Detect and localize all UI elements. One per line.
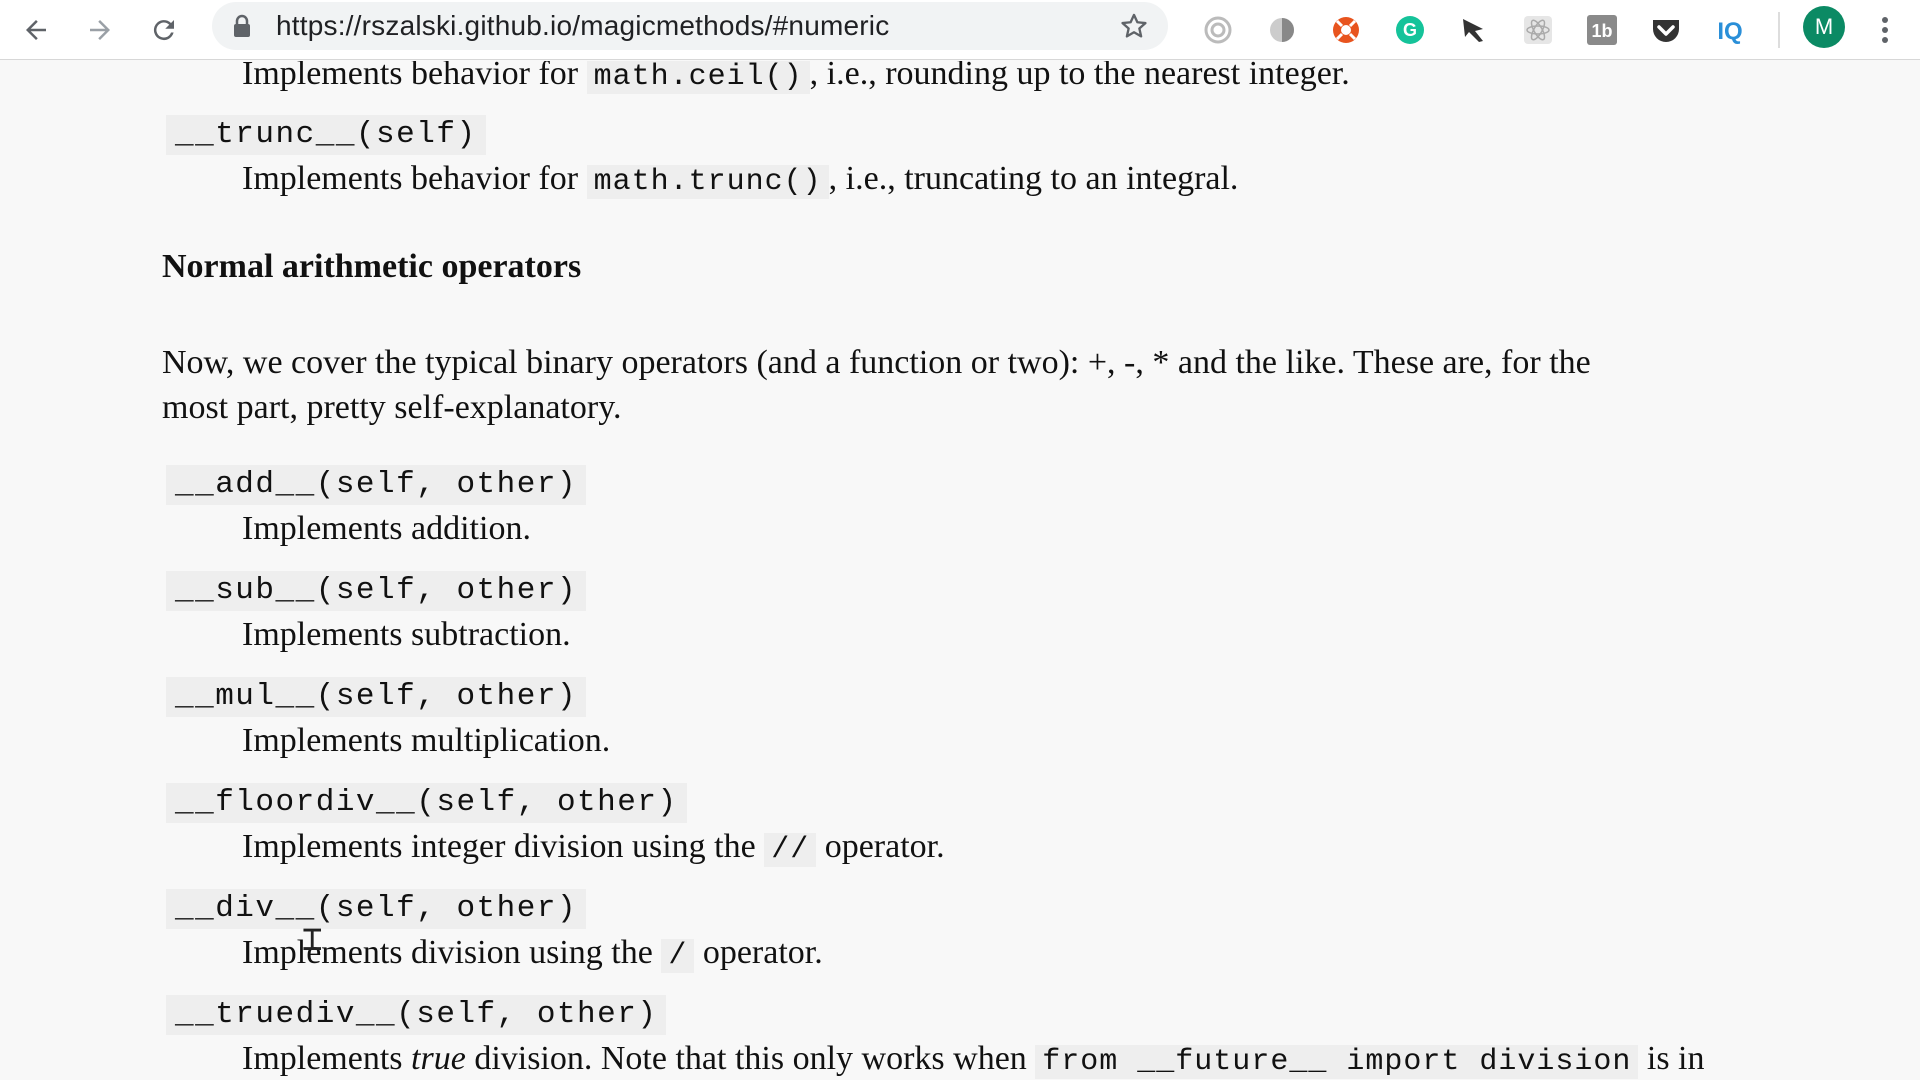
truediv-description: Implements true division. Note that this…	[242, 1037, 1705, 1080]
react-extension-icon[interactable]	[1520, 12, 1556, 48]
section-heading: Normal arithmetic operators	[162, 248, 582, 285]
add-description: Implements addition.	[242, 510, 531, 547]
arrow-left-icon	[26, 20, 46, 40]
tb-extension-icon[interactable]: 1b	[1584, 12, 1620, 48]
svg-text:G: G	[1403, 20, 1417, 40]
page-content: Implements behavior for math.ceil(), i.e…	[0, 61, 1920, 1080]
intro-paragraph-line2: most part, pretty self-explanatory.	[162, 389, 622, 426]
address-bar[interactable]: https://rszalski.github.io/magicmethods/…	[212, 2, 1168, 50]
floordiv-description: Implements integer division using the //…	[242, 825, 945, 872]
mul-signature: __mul__(self, other)	[166, 677, 587, 717]
target-extension-icon[interactable]	[1200, 12, 1236, 48]
sub-signature: __sub__(self, other)	[166, 571, 587, 611]
svg-text:1b: 1b	[1591, 21, 1612, 41]
flag-extension-icon[interactable]	[1456, 12, 1492, 48]
truediv-emphasis: true	[411, 1040, 466, 1077]
lock-icon	[232, 14, 252, 43]
floordiv-signature: __floordiv__(self, other)	[166, 783, 687, 823]
forward-button[interactable]	[78, 8, 122, 52]
div-desc-text-end: operator.	[694, 934, 823, 971]
lifering-extension-icon[interactable]	[1328, 12, 1364, 48]
reload-button[interactable]	[142, 8, 186, 52]
truediv-desc-text-mid: division. Note that this only works when	[465, 1040, 1036, 1077]
floordiv-desc-text: Implements integer division using the	[242, 828, 765, 865]
profile-avatar[interactable]: M	[1803, 6, 1845, 48]
truediv-code: from __future__ import division	[1035, 1045, 1639, 1079]
div-code: /	[661, 939, 695, 973]
shield-extension-icon[interactable]	[1264, 12, 1300, 48]
sub-description: Implements subtraction.	[242, 616, 571, 653]
trunc-signature: __trunc__(self)	[166, 115, 486, 155]
ceil-desc-text: Implements behavior for	[242, 61, 587, 92]
url-text[interactable]: https://rszalski.github.io/magicmethods/…	[276, 2, 889, 50]
ceil-description: Implements behavior for math.ceil(), i.e…	[242, 61, 1350, 99]
floordiv-code: //	[764, 833, 817, 867]
trunc-desc-text: Implements behavior for	[242, 160, 587, 197]
add-signature: __add__(self, other)	[166, 465, 587, 505]
svg-text:IQ: IQ	[1717, 18, 1742, 45]
iq-extension-icon[interactable]: IQ	[1712, 12, 1748, 48]
ceil-desc-text-end: , i.e., rounding up to the nearest integ…	[809, 61, 1350, 92]
toolbar-divider	[1778, 12, 1780, 48]
bookmark-star-icon[interactable]	[1120, 12, 1148, 45]
trunc-description: Implements behavior for math.trunc(), i.…	[242, 157, 1238, 204]
trunc-desc-text-end: , i.e., truncating to an integral.	[828, 160, 1239, 197]
truediv-desc-text: Implements	[242, 1040, 412, 1077]
reload-icon	[153, 20, 174, 41]
div-signature: __div__(self, other)	[166, 889, 587, 929]
grammarly-extension-icon[interactable]: G	[1392, 12, 1428, 48]
arrow-right-icon	[90, 20, 110, 40]
div-description: Implements division using the / operator…	[242, 931, 823, 978]
mul-description: Implements multiplication.	[242, 722, 611, 759]
truediv-signature: __truediv__(self, other)	[166, 995, 667, 1035]
floordiv-desc-text-end: operator.	[816, 828, 945, 865]
text-cursor-icon: ⌶	[302, 919, 323, 959]
back-button[interactable]	[14, 8, 58, 52]
menu-button[interactable]	[1873, 10, 1897, 50]
intro-paragraph-line1: Now, we cover the typical binary operato…	[162, 344, 1591, 381]
browser-toolbar: https://rszalski.github.io/magicmethods/…	[0, 0, 1920, 60]
pocket-extension-icon[interactable]	[1648, 12, 1684, 48]
truediv-desc-text-end: is in	[1638, 1040, 1705, 1077]
kebab-menu-icon	[1882, 17, 1888, 43]
trunc-code: math.trunc()	[586, 165, 829, 199]
ceil-code: math.ceil()	[586, 61, 810, 94]
